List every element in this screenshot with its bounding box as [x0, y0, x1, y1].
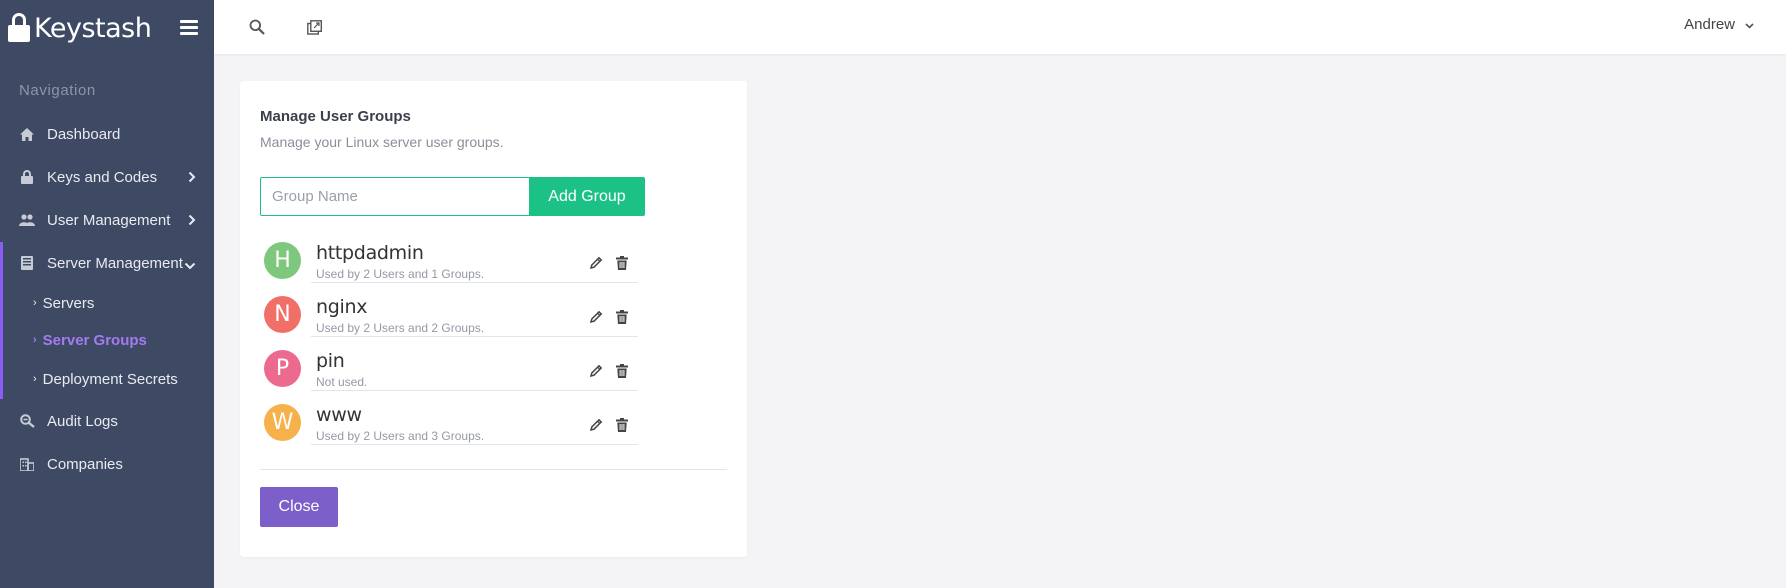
- group-name: nginx: [316, 296, 368, 318]
- brand-name: Keystash: [34, 12, 152, 44]
- group-usage: Not used.: [316, 375, 368, 389]
- sidebar-item-server-management[interactable]: Server Management: [0, 243, 214, 283]
- edit-icon[interactable]: [587, 362, 605, 380]
- avatar: P: [264, 350, 301, 387]
- brand-lock-icon: [8, 13, 30, 43]
- sidebar-subitem-label: Server Groups: [42, 331, 147, 349]
- avatar: N: [264, 296, 301, 333]
- chevron-right-icon: [188, 213, 196, 230]
- sidebar-item-label: Companies: [47, 455, 123, 473]
- building-icon: [19, 456, 35, 472]
- chevron-right-icon: ›: [33, 373, 37, 385]
- sidebar-item-user-management[interactable]: User Management: [0, 200, 214, 240]
- trash-icon[interactable]: [613, 416, 631, 434]
- manage-user-groups-card: Manage User Groups Manage your Linux ser…: [240, 81, 747, 557]
- sidebar-item-label: Audit Logs: [47, 412, 118, 430]
- sidebar-subitem-server-groups[interactable]: › Server Groups: [0, 322, 214, 358]
- users-icon: [19, 212, 35, 228]
- group-usage: Used by 2 Users and 3 Groups.: [316, 429, 485, 443]
- add-group-button[interactable]: Add Group: [529, 177, 645, 216]
- search-zoom-icon: [19, 413, 35, 429]
- sidebar-subitem-deployment-secrets[interactable]: › Deployment Secrets: [0, 361, 214, 397]
- menu-toggle-icon[interactable]: [180, 20, 198, 35]
- divider: [260, 469, 727, 470]
- card-title: Manage User Groups: [260, 108, 411, 125]
- sidebar-item-label: Dashboard: [47, 125, 121, 143]
- search-icon[interactable]: [246, 16, 268, 38]
- chevron-right-icon: ›: [33, 334, 37, 346]
- chevron-down-icon: [1745, 16, 1754, 33]
- user-name: Andrew: [1684, 16, 1735, 33]
- sidebar-item-audit-logs[interactable]: Audit Logs: [0, 401, 214, 441]
- group-name: pin: [316, 350, 345, 372]
- group-list: H httpdadmin Used by 2 Users and 1 Group…: [264, 240, 644, 456]
- group-usage: Used by 2 Users and 2 Groups.: [316, 321, 485, 335]
- group-name: httpdadmin: [316, 242, 424, 264]
- brand[interactable]: Keystash: [0, 0, 214, 56]
- top-bar: Andrew: [214, 0, 1786, 54]
- server-icon: [19, 255, 35, 271]
- avatar: W: [264, 404, 301, 441]
- sidebar-item-label: User Management: [47, 211, 171, 229]
- sidebar-subitem-servers[interactable]: › Servers: [0, 285, 214, 321]
- sidebar-item-companies[interactable]: Companies: [0, 444, 214, 484]
- lock-icon: [19, 169, 35, 185]
- edit-icon[interactable]: [587, 254, 605, 272]
- group-row: H httpdadmin Used by 2 Users and 1 Group…: [264, 240, 644, 294]
- sidebar: Keystash Navigation Dashboard Keys and C…: [0, 0, 214, 588]
- sidebar-item-label: Keys and Codes: [47, 168, 158, 186]
- card-subtitle: Manage your Linux server user groups.: [260, 134, 504, 150]
- chevron-down-icon: [184, 257, 196, 274]
- edit-icon[interactable]: [587, 308, 605, 326]
- group-name-input[interactable]: [260, 177, 530, 216]
- sidebar-subitem-label: Servers: [42, 294, 95, 312]
- user-menu[interactable]: Andrew: [1684, 16, 1754, 33]
- trash-icon[interactable]: [613, 254, 631, 272]
- sidebar-item-dashboard[interactable]: Dashboard: [0, 114, 214, 154]
- sidebar-subitem-label: Deployment Secrets: [42, 370, 178, 388]
- external-window-icon[interactable]: [303, 16, 325, 38]
- group-row: P pin Not used.: [264, 348, 644, 402]
- sidebar-item-keys-and-codes[interactable]: Keys and Codes: [0, 157, 214, 197]
- sidebar-item-label: Server Management: [47, 254, 183, 272]
- group-row: N nginx Used by 2 Users and 2 Groups.: [264, 294, 644, 348]
- trash-icon[interactable]: [613, 308, 631, 326]
- home-icon: [19, 126, 35, 142]
- chevron-right-icon: [188, 170, 196, 187]
- chevron-right-icon: ›: [33, 297, 37, 309]
- group-usage: Used by 2 Users and 1 Groups.: [316, 267, 485, 281]
- close-button[interactable]: Close: [260, 487, 338, 527]
- group-row: W www Used by 2 Users and 3 Groups.: [264, 402, 644, 456]
- edit-icon[interactable]: [587, 416, 605, 434]
- trash-icon[interactable]: [613, 362, 631, 380]
- group-name: www: [316, 404, 362, 426]
- nav-heading: Navigation: [19, 82, 96, 99]
- avatar: H: [264, 242, 301, 279]
